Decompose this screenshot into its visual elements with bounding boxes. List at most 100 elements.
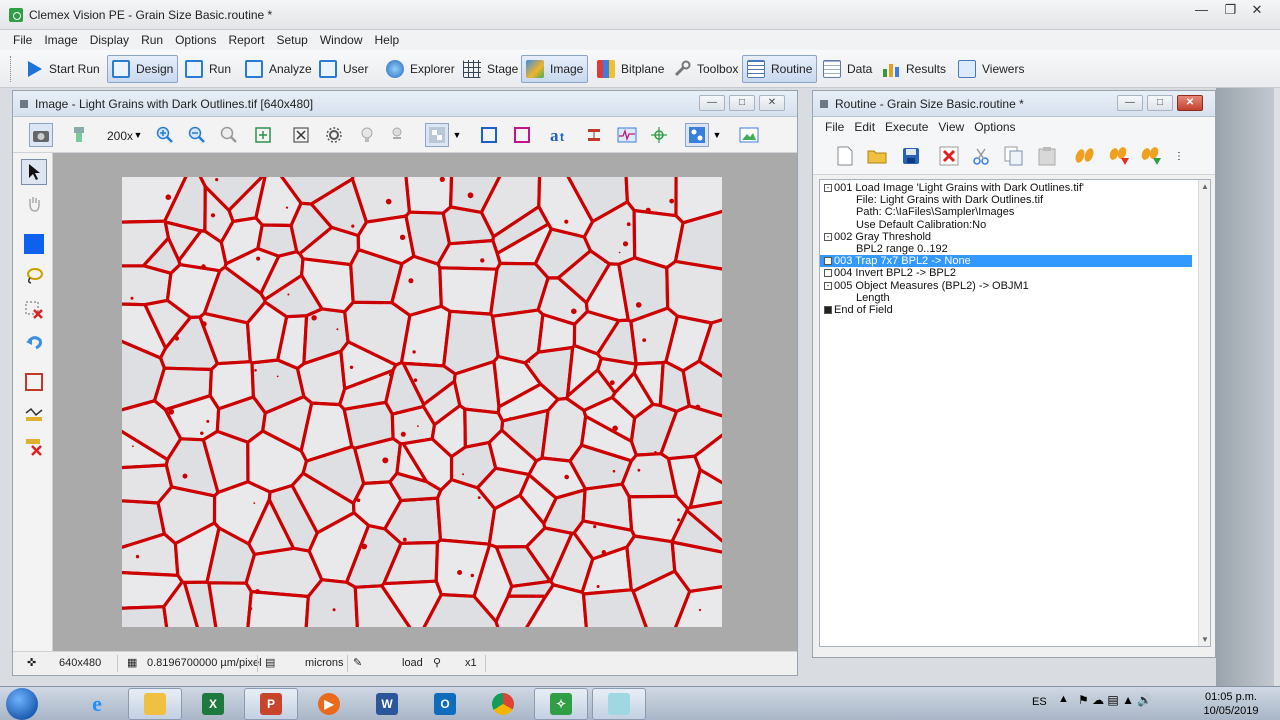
- cut-scissors-icon[interactable]: [969, 144, 993, 168]
- measure-line-icon[interactable]: [21, 401, 47, 427]
- lightbulb-icon[interactable]: [355, 123, 379, 147]
- lasso-icon[interactable]: [21, 263, 47, 289]
- zoom-out-icon[interactable]: [185, 123, 209, 147]
- tray-icons[interactable]: ⚑ ☁ ▤ ▲ 🔊: [1078, 693, 1152, 707]
- zoom-reset-icon[interactable]: [217, 123, 241, 147]
- snapshot-icon[interactable]: [737, 123, 761, 147]
- menu-run[interactable]: Run: [135, 30, 169, 50]
- routine-step[interactable]: End of Field: [820, 304, 893, 316]
- toolbar-overflow-icon[interactable]: ⋮: [1167, 144, 1191, 168]
- image-canvas[interactable]: [53, 153, 797, 651]
- objective-lens-icon[interactable]: [67, 123, 91, 147]
- overlay-dropdown-icon[interactable]: ▼: [445, 123, 469, 147]
- new-file-icon[interactable]: [833, 144, 857, 168]
- close-button[interactable]: ✕: [1234, 0, 1280, 22]
- collapse-icon[interactable]: -: [824, 232, 832, 241]
- menu-display[interactable]: Display: [84, 30, 135, 50]
- settings-gear-icon[interactable]: [322, 123, 346, 147]
- taskbar-powerpoint[interactable]: P: [244, 688, 298, 720]
- routine-minimize-button[interactable]: —: [1117, 95, 1143, 111]
- routine-step-detail[interactable]: Use Default Calibration:No: [820, 219, 986, 231]
- routine-step[interactable]: -001 Load Image 'Light Grains with Dark …: [820, 182, 1084, 194]
- step-checkbox[interactable]: [824, 257, 832, 266]
- step-checkbox[interactable]: [824, 269, 832, 278]
- blue-rectangle-icon[interactable]: [477, 123, 501, 147]
- taskbar-notes[interactable]: [592, 688, 646, 720]
- menu-image[interactable]: Image: [38, 30, 83, 50]
- lamp-control-icon[interactable]: [385, 123, 409, 147]
- copy-icon[interactable]: [1002, 144, 1026, 168]
- taskbar-excel[interactable]: X: [186, 688, 240, 720]
- routine-step-tree[interactable]: ▲ ▼ -001 Load Image 'Light Grains with D…: [819, 179, 1211, 647]
- taskbar-word[interactable]: W: [360, 688, 414, 720]
- collapse-icon[interactable]: -: [824, 184, 832, 192]
- routine-step-detail[interactable]: File: Light Grains with Dark Outlines.ti…: [820, 194, 1043, 206]
- minimize-button[interactable]: —: [1187, 0, 1216, 22]
- pan-hand-icon[interactable]: [21, 191, 47, 217]
- image-button[interactable]: Image: [521, 55, 589, 83]
- start-button[interactable]: [6, 688, 38, 720]
- taskbar-outlook[interactable]: O: [418, 688, 472, 720]
- image-maximize-button[interactable]: □: [729, 95, 755, 111]
- collapse-icon[interactable]: -: [824, 281, 832, 290]
- delete-step-icon[interactable]: [937, 144, 961, 168]
- routine-menu-edit[interactable]: Edit: [849, 117, 880, 137]
- chevron-down-icon[interactable]: ▼: [126, 123, 150, 147]
- menu-setup[interactable]: Setup: [270, 30, 313, 50]
- menu-options[interactable]: Options: [169, 30, 222, 50]
- delete-selection-icon[interactable]: [21, 297, 47, 323]
- toolbar-grip[interactable]: [10, 56, 13, 82]
- routine-step[interactable]: 004 Invert BPL2 -> BPL2: [820, 267, 956, 279]
- routine-window-system-icon[interactable]: [820, 100, 828, 108]
- taskbar-file-explorer[interactable]: [128, 688, 182, 720]
- routine-close-button[interactable]: ✕: [1177, 95, 1203, 111]
- select-arrow-icon[interactable]: [21, 159, 47, 185]
- tray-expand-icon[interactable]: ▲: [1058, 693, 1069, 705]
- language-indicator[interactable]: ES: [1032, 696, 1047, 708]
- fields-dropdown-icon[interactable]: ▼: [705, 123, 729, 147]
- analyze-button[interactable]: Analyze: [240, 55, 317, 83]
- explorer-button[interactable]: Explorer: [381, 55, 460, 83]
- undo-icon[interactable]: [21, 329, 47, 355]
- fit-to-window-icon[interactable]: [251, 123, 275, 147]
- run-steps-icon[interactable]: [1073, 144, 1097, 168]
- menu-file[interactable]: File: [7, 30, 38, 50]
- taskbar-chrome[interactable]: [476, 688, 530, 720]
- routine-menu-options[interactable]: Options: [969, 117, 1020, 137]
- taskbar-clemex[interactable]: ✧: [534, 688, 588, 720]
- fill-color-icon[interactable]: [21, 231, 47, 257]
- zoom-in-icon[interactable]: [153, 123, 177, 147]
- routine-menu-execute[interactable]: Execute: [880, 117, 933, 137]
- delete-measure-icon[interactable]: [21, 433, 47, 459]
- text-annotation-icon[interactable]: at: [548, 123, 572, 147]
- image-close-button[interactable]: ✕: [759, 95, 785, 111]
- design-button[interactable]: Design: [107, 55, 179, 83]
- system-clock[interactable]: 01:05 p.m. 10/05/2019: [1196, 690, 1266, 718]
- step-checkbox[interactable]: [824, 306, 832, 314]
- routine-maximize-button[interactable]: □: [1147, 95, 1173, 111]
- routine-step-detail[interactable]: Path: C:\IaFiles\Sampler\Images: [820, 206, 1014, 218]
- run-to-cursor-icon[interactable]: [1107, 144, 1131, 168]
- clear-overlay-icon[interactable]: [289, 123, 313, 147]
- step-into-icon[interactable]: [1139, 144, 1163, 168]
- draw-rectangle-icon[interactable]: [21, 369, 47, 395]
- routine-step[interactable]: -002 Gray Threshold: [820, 231, 931, 243]
- routine-step[interactable]: -005 Object Measures (BPL2) -> OBJM1: [820, 280, 1029, 292]
- routine-menu-file[interactable]: File: [820, 117, 849, 137]
- routine-button[interactable]: Routine: [742, 55, 818, 83]
- routine-step[interactable]: 003 Trap 7x7 BPL2 -> None: [820, 255, 1192, 268]
- toolbox-button[interactable]: Toolbox: [668, 55, 743, 83]
- bitplane-button[interactable]: Bitplane: [592, 55, 669, 83]
- open-folder-icon[interactable]: [865, 144, 889, 168]
- stage-button[interactable]: Stage: [458, 55, 523, 83]
- grain-micrograph[interactable]: [122, 177, 722, 627]
- paste-clipboard-icon[interactable]: [1035, 144, 1059, 168]
- viewers-button[interactable]: Viewers: [953, 55, 1029, 83]
- window-system-icon[interactable]: [20, 100, 28, 108]
- camera-icon[interactable]: [29, 123, 53, 147]
- taskbar-media-player[interactable]: ▶: [302, 688, 356, 720]
- run-mode-button[interactable]: Run: [180, 55, 236, 83]
- results-button[interactable]: Results: [877, 55, 951, 83]
- save-disk-icon[interactable]: [899, 144, 923, 168]
- line-profile-icon[interactable]: [615, 123, 639, 147]
